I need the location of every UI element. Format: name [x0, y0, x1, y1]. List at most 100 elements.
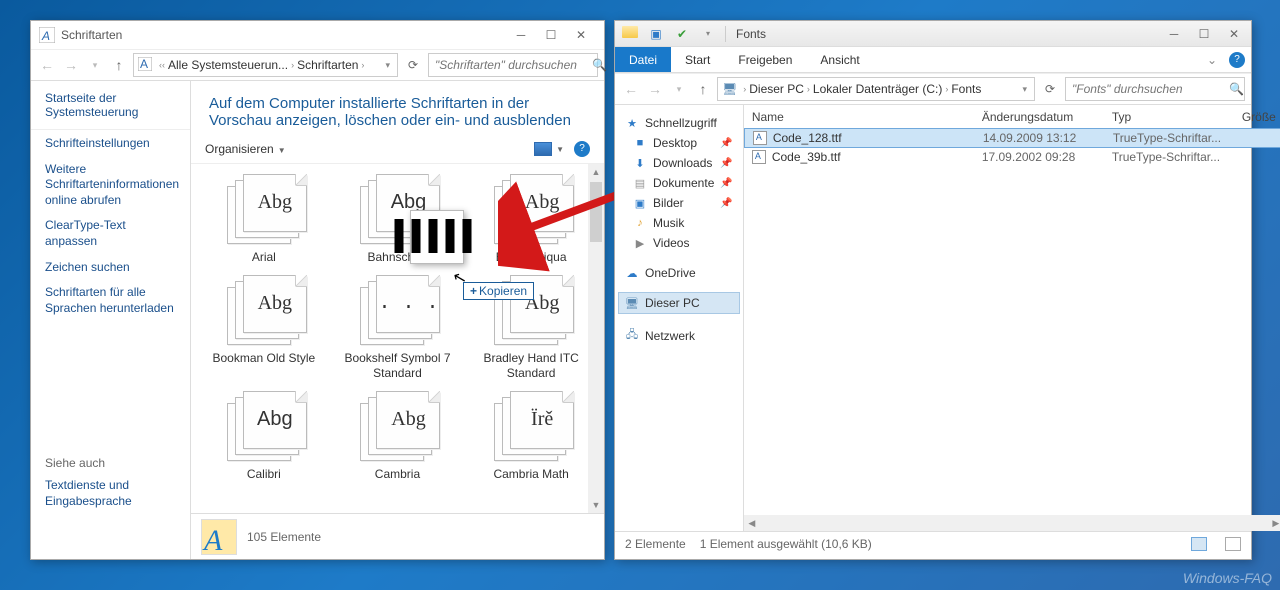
scroll-right-icon[interactable]: ▶	[1268, 515, 1280, 531]
help-button[interactable]: ?	[574, 141, 590, 157]
addressbar-dropdown-icon[interactable]: ▾	[385, 60, 390, 71]
back-button[interactable]: ←	[37, 55, 57, 75]
font-item[interactable]: Abg Arial	[209, 174, 319, 265]
forward-button[interactable]: →	[61, 55, 81, 75]
up-button[interactable]: ↑	[109, 55, 129, 75]
file-row[interactable]: Code_128.ttf 14.09.2009 13:12 TrueType-S…	[744, 128, 1280, 148]
nav-row: ← → ▾ ↑ A ‹‹ Alle Systemsteuerun... › Sc…	[31, 49, 604, 81]
sidebar-link-moreinfo[interactable]: Weitere Schriftarteninformationen online…	[45, 162, 176, 209]
sidebar-link-cleartype[interactable]: ClearType-Text anpassen	[45, 218, 176, 249]
sidebar-link-charmap[interactable]: Zeichen suchen	[45, 260, 176, 276]
refresh-button[interactable]: ⟳	[1039, 78, 1061, 100]
sidebar-link-download[interactable]: Schriftarten für alle Sprachen herunterl…	[45, 285, 176, 316]
pin-icon: 📌	[720, 138, 732, 149]
font-grid: ▲ ▼ Abg Arial Abg Bahnschrift Abg Book A…	[191, 164, 604, 513]
font-path-icon: A	[138, 57, 152, 74]
tree-quickaccess[interactable]: ★Schnellzugriff	[619, 113, 739, 133]
tree-onedrive[interactable]: ☁OneDrive	[619, 263, 739, 283]
view-dropdown-icon[interactable]: ▼	[556, 145, 564, 154]
scroll-left-icon[interactable]: ◀	[744, 515, 760, 531]
sidebar-link-settings[interactable]: Schrifteinstellungen	[45, 136, 176, 152]
breadcrumb-sep-icon: ›	[945, 84, 948, 94]
titlebar: A Schriftarten ─ ☐ ✕	[31, 21, 604, 49]
downloads-icon: ⬇	[633, 157, 647, 170]
tree-network[interactable]: 🖧Netzwerk	[619, 323, 739, 348]
sidebar-link-textservices[interactable]: Textdienste und Eingabesprache	[45, 478, 176, 509]
tree-downloads[interactable]: ⬇Downloads📌	[627, 153, 739, 173]
documents-icon: ▤	[633, 177, 647, 190]
sidebar-header[interactable]: Startseite der Systemsteuerung	[45, 91, 176, 119]
h-scrollbar[interactable]: ◀ ▶	[744, 515, 1280, 531]
search-input[interactable]	[1072, 82, 1229, 96]
view-details-button[interactable]	[1191, 537, 1207, 551]
history-dropdown[interactable]: ▾	[669, 79, 689, 99]
breadcrumb-seg[interactable]: Alle Systemsteuerun...	[168, 58, 288, 72]
col-date[interactable]: Änderungsdatum	[974, 110, 1104, 124]
breadcrumb-seg[interactable]: Schriftarten	[297, 58, 358, 72]
tree-documents[interactable]: ▤Dokumente📌	[627, 173, 739, 193]
forward-button[interactable]: →	[645, 79, 665, 99]
qat-dropdown-icon[interactable]: ▾	[697, 25, 719, 43]
tree-videos[interactable]: ▶Videos	[627, 233, 739, 253]
refresh-button[interactable]: ⟳	[402, 54, 424, 76]
file-date: 14.09.2009 13:12	[975, 131, 1105, 145]
font-item[interactable]: Abg Calibri	[209, 391, 319, 482]
close-button[interactable]: ✕	[566, 25, 596, 45]
address-bar[interactable]: 🖥 › Dieser PC › Lokaler Datenträger (C:)…	[717, 77, 1035, 101]
file-row[interactable]: Code_39b.ttf 17.09.2002 09:28 TrueType-S…	[744, 147, 1280, 167]
address-bar[interactable]: A ‹‹ Alle Systemsteuerun... › Schriftart…	[133, 53, 398, 77]
close-button[interactable]: ✕	[1219, 24, 1249, 44]
music-icon: ♪	[633, 217, 647, 229]
sidebar: Startseite der Systemsteuerung Schriftei…	[31, 81, 191, 559]
font-item[interactable]: . . . Bookshelf Symbol 7 Standard	[342, 275, 452, 381]
tab-datei[interactable]: Datei	[615, 47, 671, 72]
addressbar-dropdown-icon[interactable]: ▾	[1022, 84, 1027, 95]
history-dropdown[interactable]: ▾	[85, 55, 105, 75]
font-item[interactable]: Abg Cambria	[342, 391, 452, 482]
view-icons-button[interactable]	[1225, 537, 1241, 551]
minimize-button[interactable]: ─	[1159, 24, 1189, 44]
folder-icon[interactable]	[619, 25, 641, 43]
tab-start[interactable]: Start	[671, 47, 724, 72]
scrollbar[interactable]: ▲ ▼	[588, 164, 604, 513]
font-item[interactable]: Abg Bookman Old Style	[209, 275, 319, 381]
scroll-down-icon[interactable]: ▼	[588, 497, 604, 513]
back-button[interactable]: ←	[621, 79, 641, 99]
minimize-button[interactable]: ─	[506, 25, 536, 45]
maximize-button[interactable]: ☐	[1189, 24, 1219, 44]
window-title: Fonts	[736, 27, 766, 41]
font-item[interactable]: Abg Book Antiqua	[476, 174, 586, 265]
tab-ansicht[interactable]: Ansicht	[806, 47, 873, 72]
font-name: Arial	[209, 250, 319, 265]
search-input[interactable]	[435, 58, 592, 72]
scroll-thumb[interactable]	[590, 182, 602, 242]
col-type[interactable]: Typ	[1104, 110, 1234, 124]
nav-tree: ★Schnellzugriff ■Desktop📌 ⬇Downloads📌 ▤D…	[615, 105, 744, 531]
organize-button[interactable]: Organisieren▼	[205, 142, 286, 156]
qat-properties-icon[interactable]: ▣	[645, 25, 667, 43]
breadcrumb-seg[interactable]: Lokaler Datenträger (C:)	[813, 82, 942, 96]
breadcrumb-seg[interactable]: Fonts	[951, 82, 981, 96]
search-icon[interactable]: 🔍	[1229, 82, 1244, 96]
file-name: Code_128.ttf	[773, 131, 842, 145]
nav-row: ← → ▾ ↑ 🖥 › Dieser PC › Lokaler Datenträ…	[615, 73, 1251, 105]
col-size[interactable]: Größe	[1234, 110, 1280, 124]
col-name[interactable]: Name	[744, 110, 974, 124]
file-list: Name Änderungsdatum Typ Größe Code_128.t…	[744, 105, 1280, 531]
breadcrumb-seg[interactable]: Dieser PC	[749, 82, 804, 96]
qat-check-icon[interactable]: ✔	[671, 25, 693, 43]
tree-desktop[interactable]: ■Desktop📌	[627, 133, 739, 153]
maximize-button[interactable]: ☐	[536, 25, 566, 45]
font-item[interactable]: Ïrě Cambria Math	[476, 391, 586, 482]
search-icon[interactable]: 🔍	[592, 58, 607, 72]
scroll-up-icon[interactable]: ▲	[588, 164, 604, 180]
ribbon-expand-icon[interactable]: ⌄	[1201, 47, 1223, 72]
tree-music[interactable]: ♪Musik	[627, 213, 739, 233]
view-mode-button[interactable]	[534, 142, 552, 156]
tree-thispc[interactable]: 🖥Dieser PC	[618, 292, 740, 314]
tree-pictures[interactable]: ▣Bilder📌	[627, 193, 739, 213]
up-button[interactable]: ↑	[693, 79, 713, 99]
font-name: Book Antiqua	[476, 250, 586, 265]
help-button[interactable]: ?	[1229, 52, 1245, 68]
tab-freigeben[interactable]: Freigeben	[724, 47, 806, 72]
